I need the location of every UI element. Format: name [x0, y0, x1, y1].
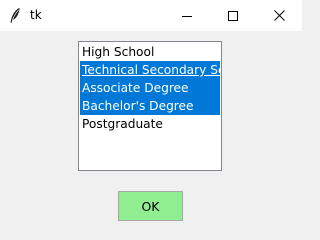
title-bar[interactable]: tk	[0, 0, 302, 31]
list-item[interactable]: High School	[80, 43, 220, 61]
list-item[interactable]: Postgraduate	[80, 115, 220, 133]
tk-window: tk High School Technical Secondary S Ass…	[0, 0, 302, 232]
maximize-icon	[228, 6, 238, 25]
ok-button[interactable]: OK	[118, 191, 183, 221]
close-button[interactable]	[256, 0, 302, 31]
feather-icon	[9, 7, 21, 23]
list-item[interactable]: Technical Secondary School	[80, 61, 220, 79]
minimize-button[interactable]	[164, 0, 210, 31]
minimize-icon	[182, 6, 192, 25]
education-listbox[interactable]: High School Technical Secondary School A…	[78, 41, 222, 171]
window-title: tk	[30, 8, 42, 22]
list-item[interactable]: Bachelor's Degree	[80, 97, 220, 115]
list-item[interactable]: Associate Degree	[80, 79, 220, 97]
close-icon	[273, 6, 285, 25]
maximize-button[interactable]	[210, 0, 256, 31]
